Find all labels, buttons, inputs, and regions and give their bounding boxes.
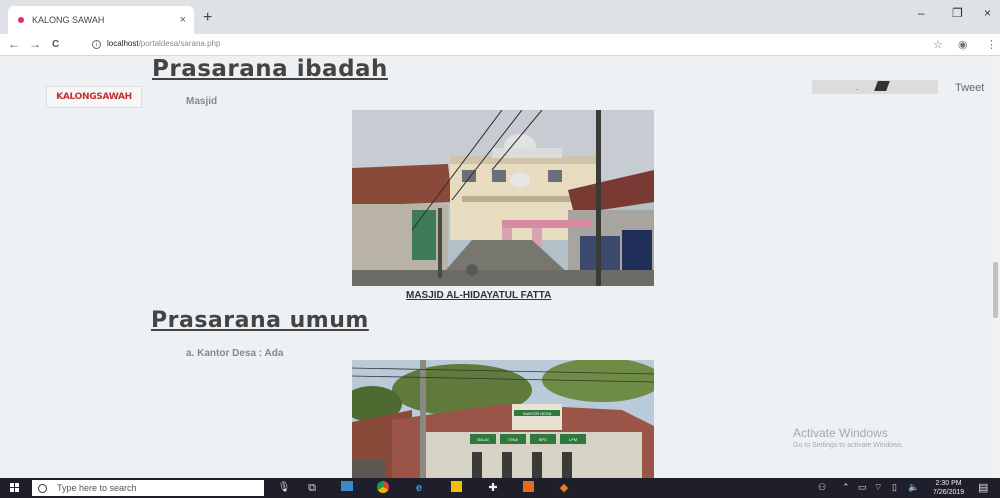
restore-button[interactable]: ❐	[952, 6, 963, 20]
battery-icon[interactable]: ▯	[892, 482, 897, 493]
url-field[interactable]: i localhost/portaldesa/sarana.php	[92, 39, 220, 49]
close-window-button[interactable]: ×	[984, 6, 991, 20]
network-icon[interactable]: ▭	[858, 482, 867, 493]
wifi-icon[interactable]: ⌔	[874, 482, 882, 493]
activate-subtitle: Go to Settings to activate Windows.	[793, 442, 904, 449]
taskbar-search-placeholder: Type here to search	[57, 483, 137, 493]
kantor-desa-label: a. Kantor Desa : Ada	[186, 348, 284, 359]
office-board-1: BALAI	[477, 437, 488, 442]
minimize-button[interactable]: –	[918, 6, 925, 20]
volume-icon[interactable]: 🔈	[908, 482, 919, 493]
forward-button[interactable]: →	[29, 37, 41, 51]
microphone-icon[interactable]: 🎙	[277, 481, 291, 495]
notifications-icon[interactable]: ▤	[978, 481, 988, 494]
new-tab-button[interactable]: +	[203, 9, 212, 27]
browser-menu-icon[interactable]: ⋮	[986, 38, 997, 51]
office-board-4: LPM	[569, 437, 577, 442]
mosque-photo	[352, 110, 654, 286]
village-office-photo-svg: KANTOR DESA BALAI ITINA BPD LPM	[352, 360, 654, 478]
site-info-icon[interactable]: i	[92, 40, 101, 49]
clock-date: 7/26/2019	[933, 489, 965, 496]
office-taskbar-icon[interactable]	[521, 481, 535, 495]
scrollbar-thumb[interactable]	[993, 262, 998, 318]
share-icon	[874, 81, 890, 91]
office-board-3: BPD	[539, 437, 547, 442]
taskbar-clock[interactable]: 2:30 PM 7/26/2019	[933, 479, 964, 497]
masjid-label: Masjid	[186, 96, 218, 107]
office-sign-text: KANTOR DESA	[523, 411, 552, 416]
heading-prasarana-umum: Prasarana umum	[151, 308, 369, 333]
back-button[interactable]: ←	[8, 37, 20, 51]
search-circle-icon	[38, 483, 47, 493]
task-view-icon[interactable]: ⧉	[305, 481, 319, 495]
store-taskbar-icon[interactable]	[449, 481, 463, 495]
share-dot: .	[856, 83, 859, 92]
people-icon[interactable]: ⚇	[818, 482, 826, 493]
app-taskbar-icon[interactable]: ✚	[486, 481, 500, 495]
edge-taskbar-icon[interactable]: e	[412, 481, 426, 495]
activate-windows-watermark: Activate Windows Go to Settings to activ…	[793, 426, 904, 449]
windows-taskbar: Type here to search 🎙 ⧉ e ✚ ◆ ⚇ ⌃ ▭ ⌔ ▯ …	[0, 478, 1000, 498]
browser-tab[interactable]: KALONG SAWAH ×	[8, 6, 194, 34]
tray-chevron-icon[interactable]: ⌃	[842, 482, 850, 493]
village-office-photo: KANTOR DESA BALAI ITINA BPD LPM	[352, 360, 654, 478]
tab-close-icon[interactable]: ×	[180, 14, 186, 26]
xampp-taskbar-icon[interactable]	[340, 481, 354, 495]
bookmark-star-icon[interactable]: ☆	[933, 38, 943, 51]
share-widget[interactable]: .	[812, 80, 938, 94]
mosque-photo-svg	[352, 110, 654, 286]
address-bar-row: ← → C i localhost/portaldesa/sarana.php ☆…	[0, 34, 1000, 56]
office-board-2: ITINA	[508, 437, 519, 442]
reload-button[interactable]: C	[52, 39, 59, 50]
profile-icon[interactable]: ◉	[958, 38, 968, 51]
chrome-taskbar-icon[interactable]	[376, 481, 390, 495]
heading-prasarana-ibadah: Prasarana ibadah	[152, 56, 388, 82]
page-content: Prasarana ibadah KALONGSAWAH Masjid . Tw…	[0, 56, 1000, 478]
windows-start-icon[interactable]	[10, 483, 20, 493]
favicon-icon	[18, 17, 24, 23]
url-host: localhost	[107, 39, 139, 48]
tab-strip: KALONG SAWAH × + – ❐ ×	[0, 0, 1000, 34]
url-path: /portaldesa/sarana.php	[138, 39, 221, 48]
sublime-taskbar-icon[interactable]: ◆	[557, 481, 571, 495]
site-logo[interactable]: KALONGSAWAH	[46, 86, 142, 108]
activate-title: Activate Windows	[793, 426, 888, 440]
taskbar-search-box[interactable]: Type here to search	[32, 480, 264, 496]
tweet-link[interactable]: Tweet	[955, 82, 984, 94]
tab-title: KALONG SAWAH	[32, 15, 105, 25]
mosque-caption: MASJID AL-HIDAYATUL FATTA	[406, 290, 552, 301]
clock-time: 2:30 PM	[935, 480, 962, 487]
